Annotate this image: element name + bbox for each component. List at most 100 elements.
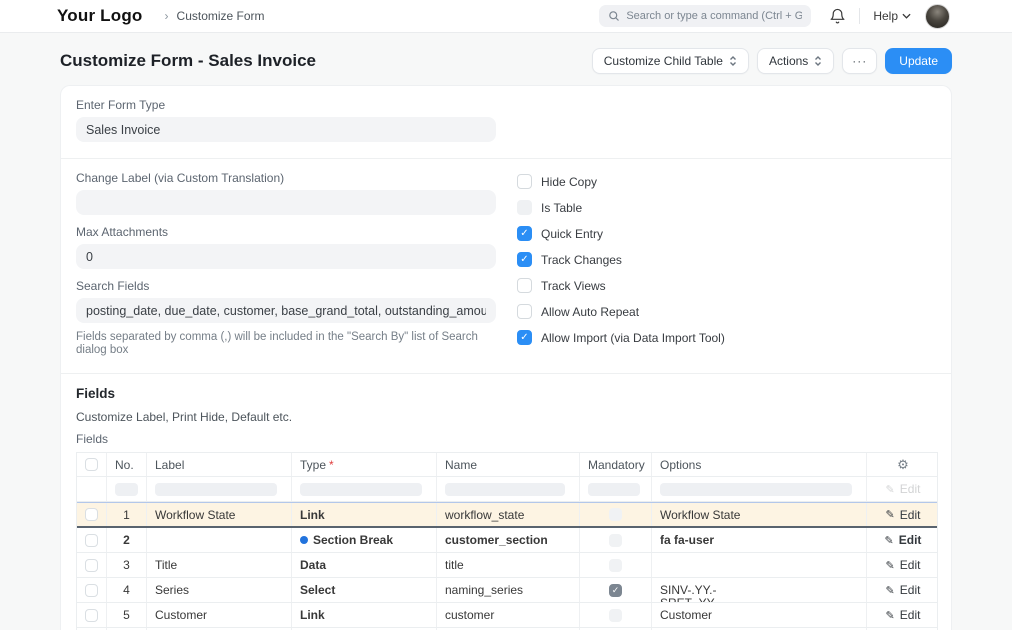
row-label-cell[interactable]: Series: [147, 578, 292, 602]
flag-track-changes[interactable]: Track Changes: [517, 252, 725, 267]
edit-button[interactable]: ✎ Edit: [886, 608, 921, 622]
row-type-cell[interactable]: Link: [292, 503, 437, 526]
column-header-label: Mandatory: [588, 457, 645, 472]
help-menu[interactable]: Help: [873, 9, 911, 23]
row-name-cell[interactable]: title: [437, 553, 580, 577]
filter-input[interactable]: [445, 482, 565, 496]
edit-button[interactable]: ✎ Edit: [885, 533, 922, 547]
breadcrumb-item[interactable]: Customize Form: [177, 9, 265, 23]
search-icon: [609, 11, 620, 21]
row-label-cell[interactable]: [147, 528, 292, 552]
edit-label: Edit: [899, 558, 921, 572]
table-row[interactable]: 3 Title Data title ✎ Edit: [77, 553, 937, 578]
search-fields-input[interactable]: [76, 298, 496, 323]
actions-select[interactable]: Actions: [756, 48, 835, 74]
chevron-right-icon: ›: [164, 9, 169, 23]
checkbox-is-table: [517, 200, 532, 215]
table-row[interactable]: 1 Workflow State Link workflow_state Workflo…: [77, 502, 937, 528]
grid-header-row: No. Label Type * Name Mandatory Options ⚙: [77, 453, 937, 477]
form-type-input[interactable]: [76, 117, 496, 142]
row-type-cell[interactable]: Data: [292, 553, 437, 577]
edit-button[interactable]: ✎ Edit: [886, 508, 921, 522]
checkbox-label: Quick Entry: [541, 226, 604, 241]
row-options-cell[interactable]: Workflow State: [652, 503, 867, 526]
filter-input[interactable]: [588, 482, 640, 496]
row-type-label: Link: [300, 507, 325, 522]
breadcrumb: › Customize Form: [165, 9, 265, 23]
row-type-cell[interactable]: Select: [292, 578, 437, 602]
flag-hide-copy[interactable]: Hide Copy: [517, 174, 725, 189]
column-header-label: Label: [147, 453, 292, 476]
search-input[interactable]: [626, 10, 803, 22]
row-name-cell[interactable]: workflow_state: [437, 503, 580, 526]
edit-label: Edit: [899, 482, 921, 496]
doctype-flags: Hide Copy Is Table Quick Entry Track Change…: [517, 171, 725, 357]
table-row[interactable]: 2 Section Break customer_section fa fa-user…: [77, 528, 937, 553]
checkbox-track-changes[interactable]: [517, 252, 532, 267]
row-select-checkbox[interactable]: [85, 558, 98, 572]
column-header-type: Type *: [292, 453, 437, 476]
row-type-cell[interactable]: Section Break: [292, 528, 437, 552]
row-options-cell[interactable]: [652, 553, 867, 577]
row-mandatory-cell: [580, 528, 652, 552]
global-search[interactable]: [599, 5, 812, 27]
row-options-cell[interactable]: fa fa-user: [652, 528, 867, 552]
pencil-icon: ✎: [885, 483, 895, 496]
flag-is-table[interactable]: Is Table: [517, 200, 725, 215]
checkbox-allow-auto-repeat[interactable]: [517, 304, 532, 319]
row-name-cell[interactable]: customer_section: [437, 528, 580, 552]
filter-edit-cell: ✎ Edit: [867, 477, 939, 501]
notifications-bell-icon[interactable]: [829, 8, 846, 25]
select-caret-icon: [729, 56, 736, 66]
flag-allow-auto-repeat[interactable]: Allow Auto Repeat: [517, 304, 725, 319]
mandatory-checkbox: [609, 508, 622, 521]
max-attachments-input[interactable]: [76, 244, 496, 269]
checkbox-track-views[interactable]: [517, 278, 532, 293]
flag-track-views[interactable]: Track Views: [517, 278, 725, 293]
row-number-cell: 2: [107, 528, 147, 552]
customize-child-table-label: Customize Child Table: [603, 54, 723, 68]
row-type-label: Link: [300, 608, 325, 622]
edit-button[interactable]: ✎ Edit: [886, 558, 921, 572]
gear-icon[interactable]: ⚙: [897, 457, 909, 473]
row-select-checkbox[interactable]: [85, 608, 98, 622]
customize-child-table-select[interactable]: Customize Child Table: [591, 48, 749, 74]
pencil-icon: ✎: [884, 534, 894, 547]
row-name-cell[interactable]: naming_series: [437, 578, 580, 602]
row-options-cell[interactable]: Customer: [652, 603, 867, 627]
filter-input[interactable]: [115, 482, 138, 496]
row-label-cell[interactable]: Customer: [147, 603, 292, 627]
section-fields: Fields Customize Label, Print Hide, Defa…: [61, 373, 951, 630]
table-row[interactable]: 5 Customer Link customer Customer ✎ Edit: [77, 603, 937, 628]
row-name-cell[interactable]: customer: [437, 603, 580, 627]
edit-button[interactable]: ✎ Edit: [886, 583, 921, 597]
select-all-checkbox[interactable]: [85, 458, 98, 471]
table-row[interactable]: 4Series Select naming_series SINV-.YY.- SRE…: [77, 578, 937, 603]
row-edit-cell: ✎ Edit: [867, 553, 939, 577]
app-logo[interactable]: Your Logo: [57, 6, 143, 26]
flag-allow-import-via-data-import-tool[interactable]: Allow Import (via Data Import Tool): [517, 330, 725, 345]
filter-input[interactable]: [660, 482, 852, 496]
flag-quick-entry[interactable]: Quick Entry: [517, 226, 725, 241]
update-button[interactable]: Update: [885, 48, 952, 74]
checkbox-quick-entry[interactable]: [517, 226, 532, 241]
form-type-label: Enter Form Type: [76, 98, 166, 112]
required-asterisk: *: [329, 457, 334, 472]
change-label-input[interactable]: [76, 190, 496, 215]
row-type-cell[interactable]: Link: [292, 603, 437, 627]
filter-input[interactable]: [300, 482, 422, 496]
row-select-checkbox[interactable]: [85, 533, 98, 547]
row-options-cell[interactable]: SINV-.YY.- SRET-.YY: [652, 578, 867, 602]
checkbox-hide-copy[interactable]: [517, 174, 532, 189]
row-label-cell[interactable]: Title: [147, 553, 292, 577]
filter-input[interactable]: [155, 482, 277, 496]
column-header-label: Name: [445, 457, 478, 472]
more-menu-button[interactable]: ···: [842, 48, 878, 74]
row-mandatory-cell: [580, 553, 652, 577]
row-select-checkbox[interactable]: [85, 508, 98, 521]
checkbox-allow-import-via-data-import-tool[interactable]: [517, 330, 532, 345]
row-label-cell[interactable]: Workflow State: [147, 503, 292, 526]
search-fields-label: Search Fields: [76, 279, 150, 293]
row-select-checkbox[interactable]: [85, 583, 98, 597]
user-avatar[interactable]: [925, 3, 950, 29]
